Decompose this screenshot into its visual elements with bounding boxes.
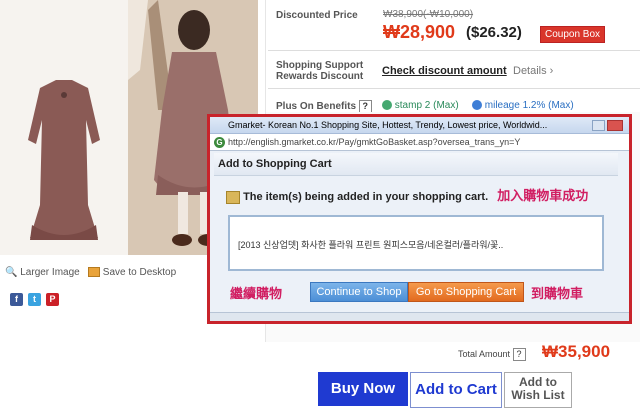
popup-url-bar: http://english.gmarket.co.kr/Pay/gmktGoB…: [210, 134, 629, 151]
save-desktop-link[interactable]: Save to Desktop: [88, 267, 176, 278]
cart-message-cn: 加入購物車成功: [497, 189, 589, 204]
continue-shopping-button[interactable]: Continue to Shop: [310, 282, 408, 302]
window-title: Gmarket- Korean No.1 Shopping Site, Hott…: [228, 120, 548, 130]
total-help-icon[interactable]: ?: [512, 348, 526, 361]
coupon-box-button[interactable]: Coupon Box: [540, 26, 606, 43]
desktop-icon: [88, 267, 100, 278]
total-amount-label: Total Amount ?: [458, 348, 526, 361]
total-amount: ₩35,900: [542, 342, 611, 361]
benefits-label-text: Plus On Benefits: [276, 101, 357, 112]
stamp-icon: [382, 100, 392, 111]
goto-cn-label: 到購物車: [531, 287, 584, 302]
popup-status-bar: [210, 312, 629, 321]
pinterest-icon[interactable]: P: [46, 293, 59, 306]
url-text: http://english.gmarket.co.kr/Pay/gmktGoB…: [228, 137, 521, 147]
discounted-price-label: Discounted Price: [276, 10, 358, 21]
details-link[interactable]: Details ›: [513, 65, 553, 77]
divider: [268, 88, 640, 89]
twitter-icon[interactable]: t: [28, 293, 41, 306]
total-label-text: Total Amount: [458, 349, 511, 359]
wish-line-2: Wish List: [511, 388, 565, 402]
mileage-info: mileage 1.2% (Max): [472, 100, 574, 111]
cart-message-text: The item(s) being added in your shopping…: [243, 191, 489, 203]
go-to-cart-button[interactable]: Go to Shopping Cart: [408, 282, 524, 302]
support-label-line1: Shopping Support: [276, 60, 364, 71]
close-icon[interactable]: [607, 120, 623, 131]
stamp-info: stamp 2 (Max): [382, 100, 459, 111]
dress-image: [28, 80, 100, 240]
sale-price: ₩28,900: [383, 22, 456, 42]
product-image-flat[interactable]: [0, 0, 129, 255]
cart-message: The item(s) being added in your shopping…: [226, 185, 588, 204]
add-to-cart-button[interactable]: Add to Cart: [410, 372, 502, 408]
add-to-cart-popup: Gmarket- Korean No.1 Shopping Site, Hott…: [207, 114, 632, 324]
minimize-icon[interactable]: [592, 120, 605, 131]
sale-price-usd: ($26.32): [466, 24, 522, 41]
divider: [268, 50, 640, 51]
magnifier-icon: 🔍: [5, 267, 18, 278]
cart-popup-header: Add to Shopping Cart: [214, 153, 618, 176]
facebook-icon[interactable]: f: [10, 293, 23, 306]
popup-title-bar: Gmarket- Korean No.1 Shopping Site, Hott…: [210, 117, 629, 134]
site-favicon-icon: G: [214, 137, 225, 148]
add-to-wish-list-button[interactable]: Add to Wish List: [504, 372, 572, 408]
check-discount-link[interactable]: Check discount amount: [382, 65, 507, 77]
larger-image-link[interactable]: 🔍 Larger Image: [5, 267, 80, 278]
cart-item-name: [2013 신상업뎃] 화사한 플라워 프린트 원피스모음/네온컬러/플라워/꽃…: [238, 240, 504, 250]
mileage-icon: [472, 100, 482, 111]
continue-cn-label: 繼續購物: [230, 287, 283, 302]
support-label-line2: Rewards Discount: [276, 71, 364, 82]
cart-box-icon: [226, 190, 240, 204]
buy-now-button[interactable]: Buy Now: [318, 372, 408, 406]
original-price: ₩38,900(-₩10,000): [383, 9, 474, 20]
cart-item-box: [2013 신상업뎃] 화사한 플라워 프린트 원피스모음/네온컬러/플라워/꽃…: [228, 215, 604, 271]
support-label: Shopping Support Rewards Discount: [276, 60, 363, 82]
